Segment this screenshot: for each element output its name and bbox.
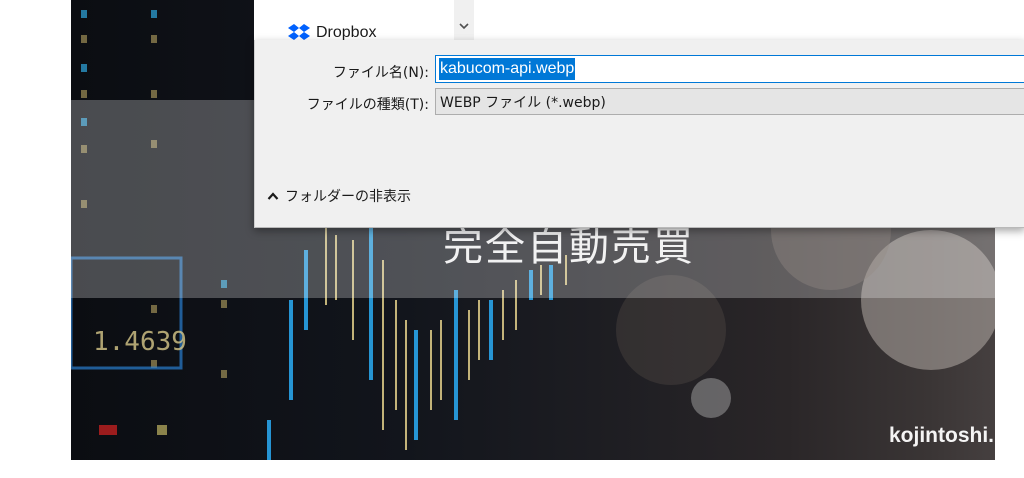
filename-label: ファイル名(N):	[332, 65, 429, 81]
filename-input[interactable]: kabucom-api.webp	[435, 55, 1024, 83]
filename-selected-text[interactable]: kabucom-api.webp	[439, 58, 576, 80]
save-dialog-browser: Dropbox	[254, 0, 1024, 41]
svg-text:1.4639: 1.4639	[93, 327, 187, 357]
hide-folders-button[interactable]: フォルダーの非表示	[267, 186, 411, 206]
chevron-up-icon	[267, 192, 279, 200]
save-dialog-footer: ファイル名(N): kabucom-api.webp ファイルの種類(T): W…	[254, 40, 1024, 228]
chevron-down-icon[interactable]	[458, 20, 470, 32]
file-list-view[interactable]	[474, 0, 1024, 40]
filetype-selected-value: WEBP ファイル (*.webp)	[440, 94, 606, 111]
screen: 1.4639 完全自動売買 kojintoshi.net Dropbox ファイ…	[0, 0, 1024, 478]
filetype-select[interactable]: WEBP ファイル (*.webp)	[435, 88, 1024, 115]
navigation-pane[interactable]: Dropbox	[254, 0, 454, 41]
filetype-label: ファイルの種類(T):	[306, 97, 429, 113]
navigation-pane-scrollbar[interactable]	[454, 0, 474, 40]
hide-folders-label: フォルダーの非表示	[285, 189, 411, 205]
